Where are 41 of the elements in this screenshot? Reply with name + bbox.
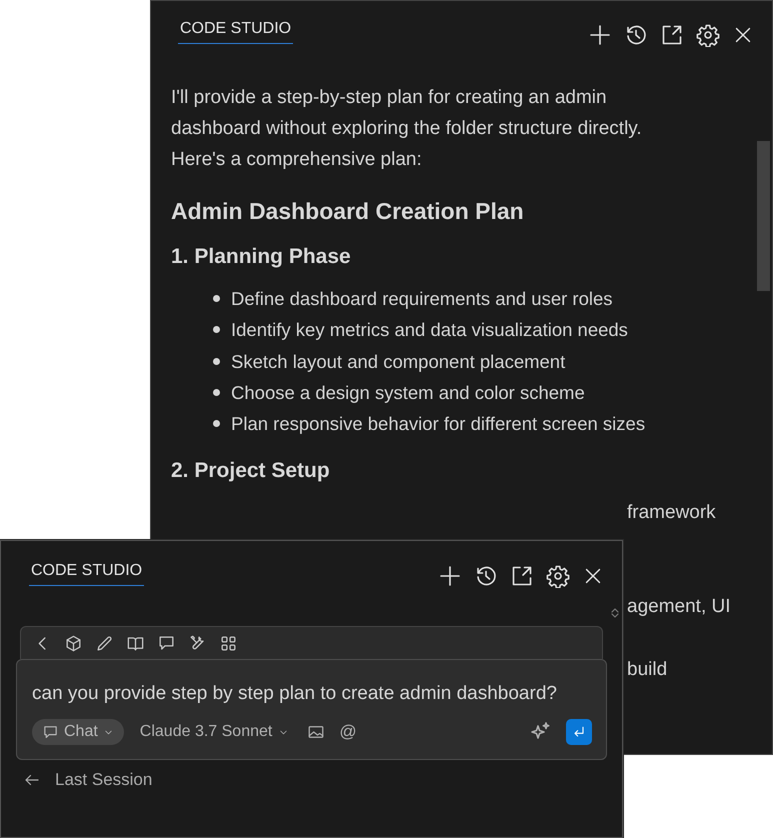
section-heading: 1. Planning Phase bbox=[171, 245, 352, 269]
bullet-icon bbox=[213, 358, 220, 365]
list-item: framework bbox=[627, 502, 716, 524]
history-icon[interactable] bbox=[474, 564, 498, 588]
list-item: Define dashboard requirements and user roles bbox=[231, 287, 613, 311]
history-icon[interactable] bbox=[624, 23, 648, 47]
bullet-icon bbox=[213, 389, 220, 396]
message-input[interactable]: can you provide step by step plan to create admin dashboard? Chat Claude 3.7 Sonnet @ bbox=[16, 659, 607, 760]
list-item: Choose a design system and color scheme bbox=[231, 380, 585, 405]
send-button[interactable] bbox=[566, 719, 592, 745]
list-item: agement, UI bbox=[627, 596, 730, 618]
bullet-icon bbox=[213, 420, 220, 428]
list-item: Plan responsive behavior for different screen sizes bbox=[231, 412, 646, 436]
external-link-icon[interactable] bbox=[510, 564, 534, 588]
pencil-icon[interactable] bbox=[95, 634, 114, 652]
bullet-icon bbox=[213, 295, 220, 302]
speech-bubble-icon bbox=[42, 724, 59, 740]
settings-icon[interactable] bbox=[546, 564, 570, 588]
plus-icon[interactable] bbox=[438, 564, 462, 588]
section-heading: 2. Project Setup bbox=[171, 459, 331, 484]
plus-icon[interactable] bbox=[588, 23, 612, 47]
model-dropdown[interactable]: Claude 3.7 Sonnet bbox=[138, 723, 294, 741]
message-paragraph: I'll provide a step-by-step plan for creating an admin dashboard without exploring the folder structure directly. Here's a comprehensive plan: bbox=[171, 86, 643, 172]
bullet-icon bbox=[213, 326, 220, 334]
cube-icon[interactable] bbox=[64, 634, 83, 652]
speech-bubble-icon[interactable] bbox=[157, 634, 176, 652]
list-item: build bbox=[627, 659, 668, 680]
panel-tab[interactable]: CODE STUDIO bbox=[29, 562, 144, 586]
grid-icon[interactable] bbox=[219, 634, 238, 652]
mention-button[interactable]: @ bbox=[339, 722, 357, 742]
scrollbar-thumb[interactable] bbox=[757, 141, 770, 291]
settings-icon[interactable] bbox=[696, 23, 720, 47]
message-heading: Admin Dashboard Creation Plan bbox=[171, 198, 525, 225]
last-session-link[interactable]: Last Session bbox=[23, 770, 607, 790]
image-icon[interactable] bbox=[307, 723, 326, 741]
panel-tab[interactable]: CODE STUDIO bbox=[178, 20, 294, 44]
mode-dropdown[interactable]: Chat bbox=[32, 719, 124, 745]
external-link-icon[interactable] bbox=[660, 23, 684, 47]
list-item: Sketch layout and component placement bbox=[231, 350, 566, 374]
scroll-arrows-icon[interactable] bbox=[610, 608, 620, 618]
list-item: Identify key metrics and data visualization needs bbox=[231, 318, 628, 342]
